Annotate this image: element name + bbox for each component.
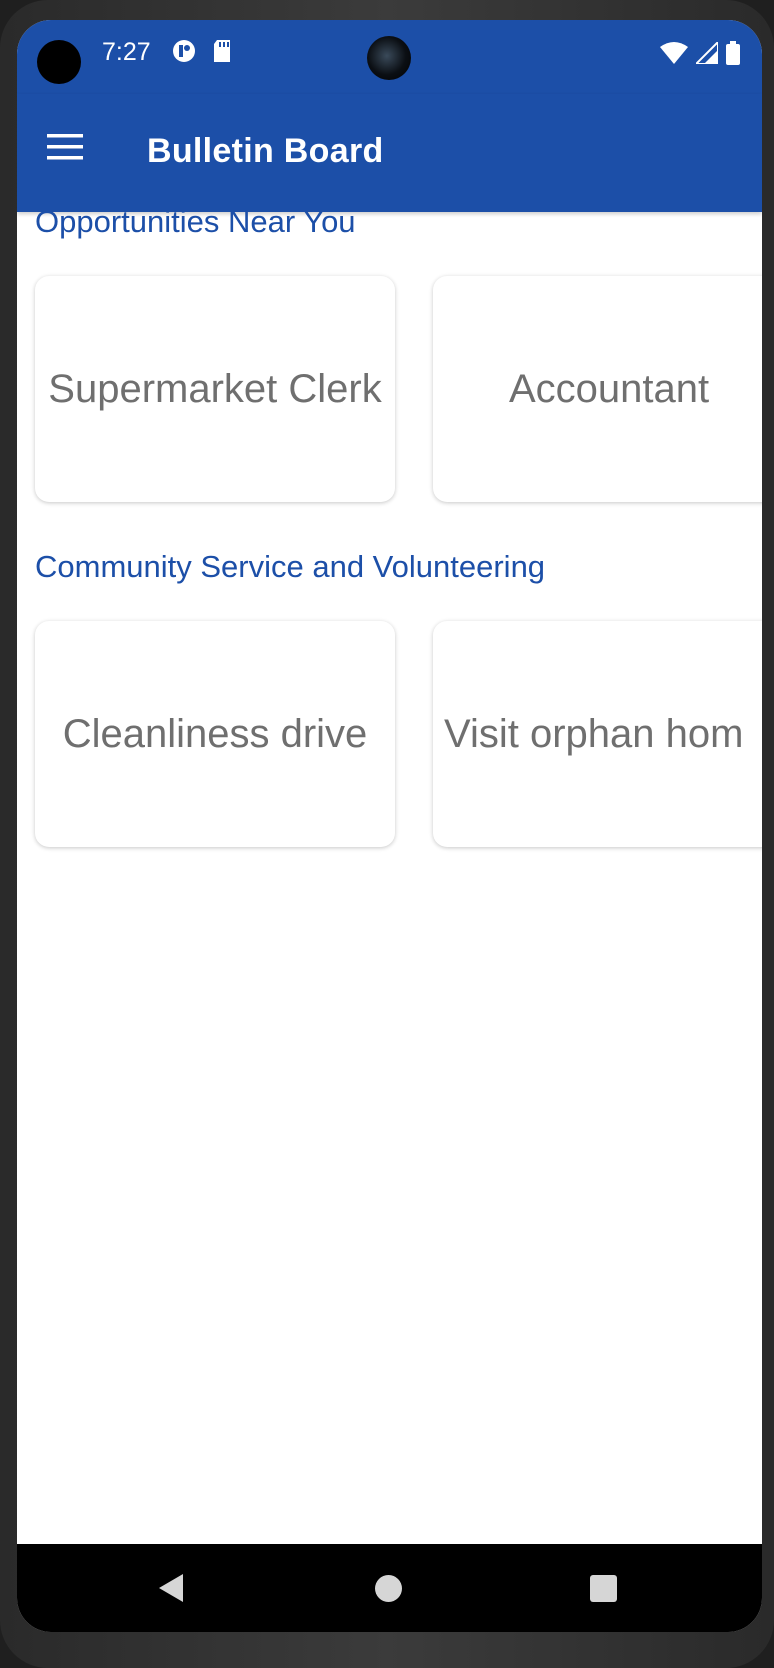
battery-icon — [726, 41, 740, 70]
menu-button[interactable] — [41, 123, 89, 171]
camera-cutout-icon — [37, 40, 81, 84]
card-row-opportunities: Supermarket Clerk Accountant — [17, 276, 762, 506]
back-button[interactable] — [157, 1572, 185, 1609]
card-supermarket-clerk[interactable]: Supermarket Clerk — [35, 276, 395, 502]
sd-card-icon — [212, 39, 232, 68]
home-button[interactable] — [375, 1575, 402, 1602]
card-label: Cleanliness drive — [62, 711, 368, 756]
card-accountant[interactable]: Accountant — [433, 276, 762, 502]
front-camera-icon — [367, 36, 411, 80]
section-title-opportunities: Opportunities Near You — [35, 204, 356, 239]
wifi-icon — [660, 42, 688, 69]
card-label: Accountant — [509, 366, 710, 411]
card-row-community: Cleanliness drive Visit orphan hom — [17, 621, 762, 851]
card-label: Visit orphan hom — [444, 711, 744, 756]
device-frame: 7:27 Bulletin Board Opportunities Near Y… — [0, 0, 774, 1668]
navigation-bar — [17, 1544, 762, 1632]
hamburger-menu-icon — [47, 134, 83, 160]
status-icons-left — [172, 39, 232, 68]
back-icon — [159, 1574, 183, 1602]
app-bar: Bulletin Board — [17, 94, 762, 212]
status-time: 7:27 — [102, 38, 151, 66]
card-label: Supermarket Clerk — [48, 366, 382, 411]
notification-app-icon — [172, 39, 196, 68]
status-icons-right — [660, 39, 740, 70]
card-visit-orphan-home[interactable]: Visit orphan hom — [433, 621, 762, 847]
screen: 7:27 Bulletin Board Opportunities Near Y… — [17, 20, 762, 1632]
recent-apps-button[interactable] — [590, 1575, 617, 1602]
section-title-community: Community Service and Volunteering — [35, 549, 546, 584]
app-title: Bulletin Board — [147, 132, 384, 170]
card-cleanliness-drive[interactable]: Cleanliness drive — [35, 621, 395, 847]
signal-icon — [693, 39, 719, 69]
status-bar: 7:27 — [17, 20, 762, 94]
